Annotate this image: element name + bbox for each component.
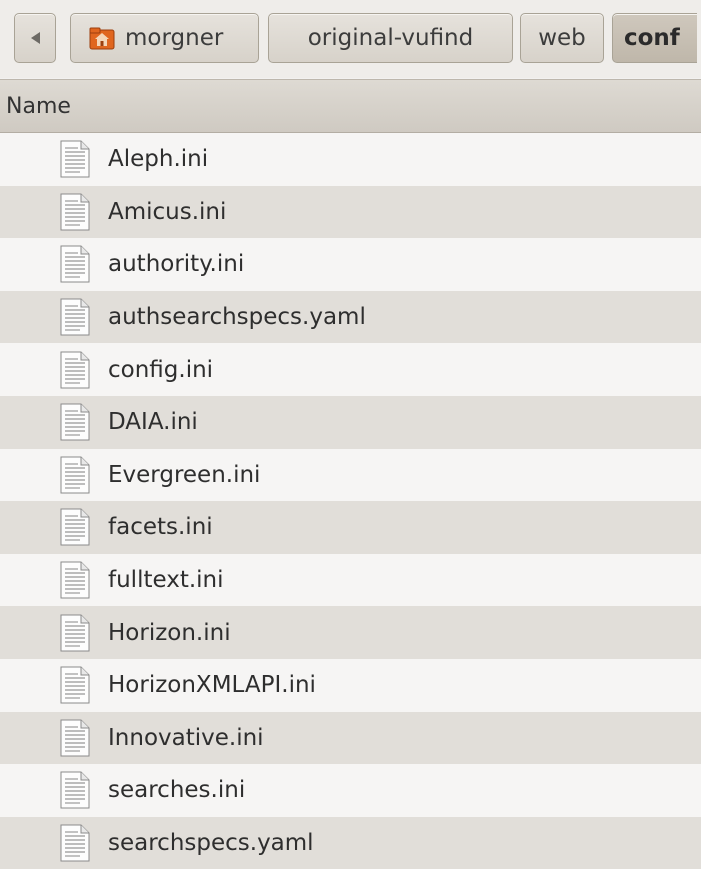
text-document-icon: [60, 771, 90, 809]
text-document-icon: [60, 456, 90, 494]
file-row[interactable]: Evergreen.ini: [0, 448, 701, 502]
path-crumb-home[interactable]: morgner: [70, 13, 259, 63]
text-document-icon: [60, 298, 90, 336]
file-name: DAIA.ini: [108, 409, 198, 436]
text-document-icon: [60, 614, 90, 652]
column-header-label: Name: [6, 93, 71, 119]
file-name: fulltext.ini: [108, 567, 224, 594]
text-document-icon: [60, 666, 90, 704]
file-row[interactable]: fulltext.ini: [0, 553, 701, 607]
file-row[interactable]: authority.ini: [0, 238, 701, 291]
path-crumb-conf[interactable]: conf: [612, 13, 697, 63]
file-row[interactable]: Horizon.ini: [0, 606, 701, 659]
file-row[interactable]: Innovative.ini: [0, 711, 701, 765]
text-document-icon: [60, 140, 90, 178]
file-name: authority.ini: [108, 251, 245, 278]
text-document-icon: [60, 245, 90, 283]
file-row[interactable]: searches.ini: [0, 764, 701, 817]
file-row[interactable]: DAIA.ini: [0, 395, 701, 449]
path-crumb-label: web: [538, 25, 586, 51]
path-crumb-label: original-vufind: [307, 25, 474, 51]
text-document-icon: [60, 193, 90, 231]
file-name: searchspecs.yaml: [108, 830, 314, 857]
path-crumb-web[interactable]: web: [520, 13, 604, 63]
file-list: Aleph.ini Amicus.ini authority.ini authsear…: [0, 133, 701, 869]
text-document-icon: [60, 508, 90, 546]
text-document-icon: [60, 719, 90, 757]
home-folder-icon: [89, 26, 115, 50]
file-name: searches.ini: [108, 777, 246, 804]
file-name: HorizonXMLAPI.ini: [108, 672, 316, 699]
file-name: Evergreen.ini: [108, 461, 261, 488]
left-arrow-icon: [30, 32, 40, 44]
file-name: authsearchspecs.yaml: [108, 304, 366, 331]
file-name: Horizon.ini: [108, 619, 231, 646]
path-bar: morgner original-vufind web conf: [0, 0, 701, 78]
file-row[interactable]: Amicus.ini: [0, 185, 701, 239]
file-name: Amicus.ini: [108, 198, 227, 225]
file-row[interactable]: config.ini: [0, 343, 701, 396]
file-name: config.ini: [108, 356, 214, 383]
text-document-icon: [60, 561, 90, 599]
path-crumb-label: morgner: [125, 25, 224, 51]
path-crumb-original-vufind[interactable]: original-vufind: [268, 13, 513, 63]
file-name: facets.ini: [108, 514, 213, 541]
column-header-name[interactable]: Name: [0, 79, 701, 133]
file-row[interactable]: searchspecs.yaml: [0, 816, 701, 869]
text-document-icon: [60, 403, 90, 441]
file-name: Aleph.ini: [108, 146, 209, 173]
file-row[interactable]: facets.ini: [0, 501, 701, 554]
path-crumb-label: conf: [624, 25, 680, 51]
text-document-icon: [60, 351, 90, 389]
file-name: Innovative.ini: [108, 724, 264, 751]
text-document-icon: [60, 824, 90, 862]
file-row[interactable]: HorizonXMLAPI.ini: [0, 658, 701, 712]
path-back-button[interactable]: [14, 13, 56, 63]
file-row[interactable]: Aleph.ini: [0, 133, 701, 186]
file-row[interactable]: authsearchspecs.yaml: [0, 290, 701, 344]
